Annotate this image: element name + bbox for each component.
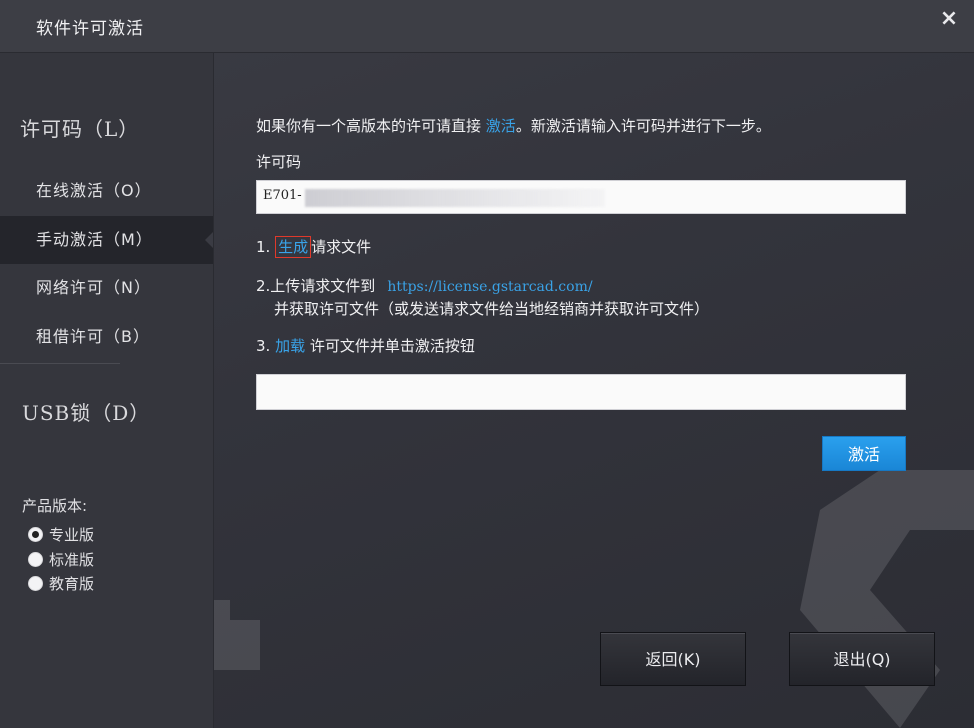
license-file-input[interactable] — [256, 374, 906, 410]
intro-text: 如果你有一个高版本的许可请直接 激活。新激活请输入许可码并进行下一步。 — [256, 115, 771, 136]
version-option-standard[interactable]: 标准版 — [28, 549, 94, 570]
version-option-professional[interactable]: 专业版 — [28, 524, 94, 545]
sidebar-section-usb-lock[interactable]: USB锁（D） — [22, 397, 150, 426]
sidebar: 许可码（L） 在线激活（O） 手动激活（M） 网络许可（N） 租借许可（B） U… — [0, 53, 214, 728]
step-2-line-2: 并获取许可文件（或发送请求文件给当地经销商并获取许可文件） — [274, 300, 710, 318]
redacted-blur — [305, 189, 605, 207]
step-2-prefix: 2.上传请求文件到 — [256, 277, 376, 295]
close-icon[interactable]: × — [938, 8, 960, 30]
activate-button[interactable]: 激活 — [822, 436, 906, 471]
step-3-prefix: 3. — [256, 337, 271, 355]
back-button[interactable]: 返回(K) — [600, 632, 746, 686]
license-url-link[interactable]: https://license.gstarcad.com/ — [387, 279, 592, 295]
exit-button[interactable]: 退出(Q) — [789, 632, 935, 686]
license-key-label: 许可码 — [256, 153, 302, 171]
sidebar-item-online-activation[interactable]: 在线激活（O） — [0, 167, 213, 215]
license-key-value: E701- — [263, 188, 302, 203]
main-panel: 如果你有一个高版本的许可请直接 激活。新激活请输入许可码并进行下一步。 许可码 … — [214, 53, 974, 728]
sidebar-item-label: 在线激活（O） — [36, 181, 152, 200]
step-1-suffix: 请求文件 — [311, 238, 372, 256]
sidebar-item-label: 租借许可（B） — [36, 327, 150, 346]
activate-link[interactable]: 激活 — [486, 117, 516, 135]
step-2: 2.上传请求文件到 https://license.gstarcad.com/ — [256, 275, 593, 296]
version-option-label: 教育版 — [49, 575, 95, 593]
license-key-input[interactable]: E701- — [256, 180, 906, 214]
sidebar-item-network-license[interactable]: 网络许可（N） — [0, 264, 213, 312]
radio-unchecked-icon[interactable] — [28, 576, 43, 591]
license-activation-window: 软件许可激活 × 许可码（L） 在线激活（O） 手动激活（M） 网络许可（N） … — [0, 0, 974, 728]
sidebar-section-license-code[interactable]: 许可码（L） — [20, 113, 139, 142]
sidebar-item-label: 网络许可（N） — [36, 278, 151, 297]
title-bar: 软件许可激活 × — [0, 0, 974, 53]
radio-unchecked-icon[interactable] — [28, 552, 43, 567]
load-link[interactable]: 加载 — [275, 337, 305, 355]
version-option-label: 专业版 — [49, 526, 95, 544]
version-option-education[interactable]: 教育版 — [28, 573, 94, 594]
sidebar-item-manual-activation[interactable]: 手动激活（M） — [0, 216, 213, 264]
version-option-label: 标准版 — [49, 551, 95, 569]
intro-suffix: 。新激活请输入许可码并进行下一步。 — [515, 117, 771, 135]
sidebar-item-label: 手动激活（M） — [36, 230, 153, 249]
window-title: 软件许可激活 — [36, 19, 144, 39]
sidebar-item-borrow-license[interactable]: 租借许可（B） — [0, 313, 213, 361]
step-3: 3. 加载 许可文件并单击激活按钮 — [256, 335, 475, 356]
step-3-suffix: 许可文件并单击激活按钮 — [309, 337, 475, 355]
product-version-label: 产品版本: — [22, 497, 88, 515]
step-1: 1. 生成 请求文件 — [256, 236, 372, 258]
step-1-prefix: 1. — [256, 238, 271, 256]
radio-checked-icon[interactable] — [28, 527, 43, 542]
generate-link[interactable]: 生成 — [275, 236, 312, 258]
sidebar-divider — [0, 363, 120, 364]
intro-prefix: 如果你有一个高版本的许可请直接 — [256, 117, 482, 135]
